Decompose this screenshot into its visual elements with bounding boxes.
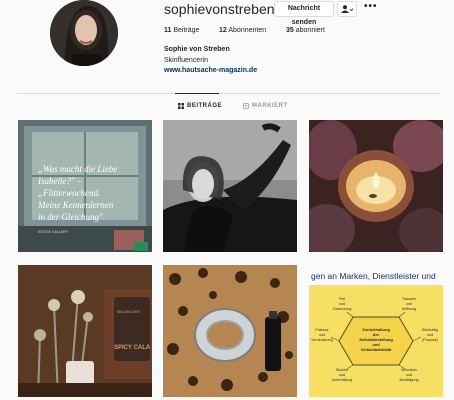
message-button[interactable]: Nachricht senden — [274, 1, 334, 26]
diagram-label-6c: Bestätigung — [400, 378, 419, 382]
diagram-center-5: Verkleidaktivität — [361, 347, 392, 352]
post-thumbnail-perfume[interactable] — [163, 265, 297, 397]
sign-text-top: MILLION LIVES — [117, 310, 140, 314]
diagram-label-1a: Frei — [339, 297, 345, 301]
post-thumbnail-portrait[interactable] — [163, 120, 297, 252]
diagram-label-4c: (Purpose) — [422, 338, 438, 342]
posts-stat: 11 Beiträge — [164, 27, 200, 34]
diagram-label-3a: Präsenz — [315, 328, 328, 332]
post-thumbnail-flowers[interactable]: MILLION LIVES SPICY CALA — [18, 265, 152, 397]
quote-line-1: „Was macht die Liebe — [38, 164, 117, 174]
profile-username: sophievonstreben — [164, 1, 275, 17]
grid-icon — [178, 103, 184, 109]
diagram-label-5b: und — [339, 373, 345, 377]
tab-posts[interactable]: BEITRÄGE — [178, 103, 222, 109]
diagram-header: gen an Marken, Dienstleister und — [311, 271, 436, 281]
active-tab-indicator — [175, 93, 219, 94]
followers-stat[interactable]: 12 Abonnenten — [219, 27, 266, 34]
diagram-label-2c: Hoffnung — [402, 307, 417, 311]
shop-sign-text: SPICY CALA — [114, 345, 151, 351]
tab-posts-label: BEITRÄGE — [187, 103, 223, 109]
more-options-icon[interactable]: ••• — [364, 1, 378, 12]
diagram-label-1b: und — [339, 302, 345, 306]
diagram-label-5c: Unterhaltung — [332, 378, 353, 382]
tag-icon — [243, 103, 249, 109]
diagram-label-2a: Träumen — [402, 297, 416, 301]
post-thumbnail-diagram[interactable]: gen an Marken, Dienstleister und Zurückh… — [309, 265, 443, 397]
follow-dropdown-button[interactable] — [337, 1, 357, 17]
diagram-label-6b: und — [406, 373, 412, 377]
quote-line-3: „Flitterwochend. — [38, 188, 100, 198]
quote-line-4: Meine Kennenlernen — [37, 200, 114, 210]
profile-website-link[interactable]: www.hautsache-magazin.de — [164, 67, 257, 74]
post-thumbnail-candle[interactable] — [309, 120, 443, 252]
post-thumbnail-quote[interactable]: „Was macht die Liebe Isabelle?" – „Flitt… — [18, 120, 152, 252]
user-check-icon — [341, 5, 354, 13]
tab-tagged[interactable]: MARKIERT — [243, 103, 288, 109]
quote-line-5: in der Gleichung" — [38, 212, 103, 222]
diagram-label-1c: Zuwendung — [333, 307, 352, 311]
diagram-label-6a: Animation — [401, 368, 417, 372]
diagram-label-4b: und — [427, 333, 433, 337]
diagram-label-2b: und — [406, 302, 412, 306]
following-stat[interactable]: 35 abonniert — [286, 27, 325, 34]
profile-full-name: Sophie von Streben — [164, 46, 230, 53]
quote-credit: ISTOCK GALLERY — [38, 230, 69, 234]
profile-divider — [17, 93, 441, 94]
tab-tagged-label: MARKIERT — [252, 103, 288, 109]
quote-line-2: Isabelle?" – — [37, 176, 82, 186]
diagram-label-3b: und — [319, 333, 325, 337]
diagram-label-4a: Sinnhaftig — [422, 328, 438, 332]
profile-avatar[interactable] — [50, 0, 118, 66]
profile-category: Skinfluencerin — [164, 57, 208, 64]
diagram-label-3c: Vereinbarung — [311, 338, 332, 342]
